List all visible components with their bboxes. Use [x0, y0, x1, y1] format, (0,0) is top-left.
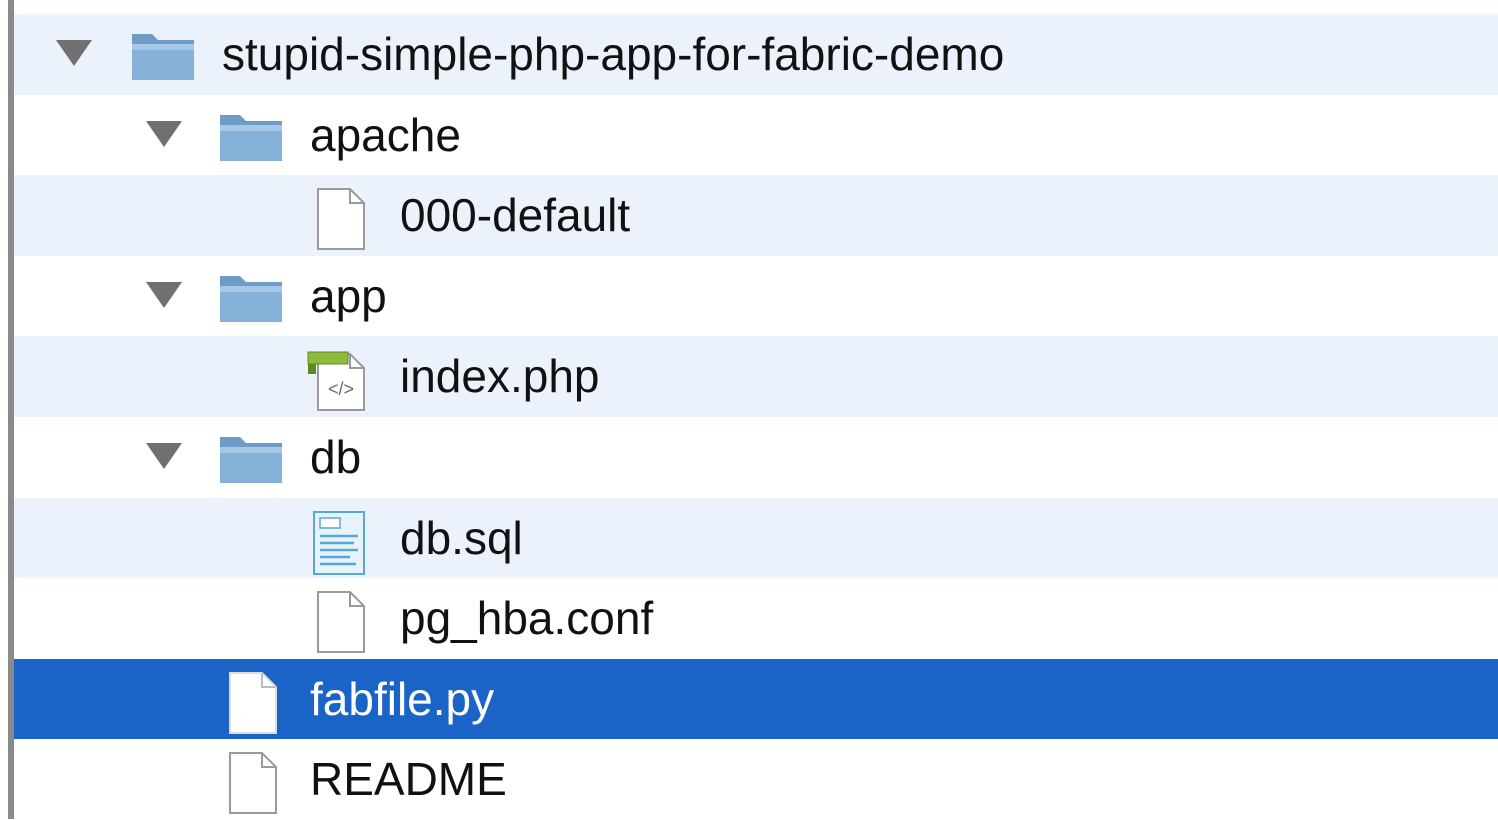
tree-row-label: fabfile.py: [310, 672, 495, 725]
tree-row-file-index-php[interactable]: </> index.php: [14, 336, 1498, 417]
tree-row-label: index.php: [400, 350, 600, 403]
finder-list-view: stupid-simple-php-app-for-fabric-demo ap…: [0, 0, 1498, 819]
folder-icon: [220, 436, 282, 483]
document-icon: [229, 671, 277, 734]
folder-icon: [220, 114, 282, 161]
document-icon: [317, 188, 365, 251]
folder-icon: [220, 275, 282, 322]
disclosure-triangle-expanded-icon[interactable]: [144, 280, 184, 310]
tree-row-folder-db[interactable]: db: [14, 417, 1498, 498]
file-tree: stupid-simple-php-app-for-fabric-demo ap…: [14, 14, 1498, 820]
tree-row-folder-app[interactable]: app: [14, 256, 1498, 337]
tree-row-label: app: [310, 269, 387, 322]
tree-row-label: db.sql: [400, 511, 523, 564]
sql-file-icon: [313, 510, 365, 575]
tree-row-file-000-default[interactable]: 000-default: [14, 175, 1498, 256]
tree-row-label: README: [310, 753, 507, 806]
tree-row-file-pg-hba-conf[interactable]: pg_hba.conf: [14, 578, 1498, 659]
tree-row-label: 000-default: [400, 189, 631, 242]
php-file-icon: </>: [307, 351, 365, 412]
tree-row-folder-apache[interactable]: apache: [14, 95, 1498, 176]
tree-row-label: stupid-simple-php-app-for-fabric-demo: [222, 28, 1005, 80]
tree-row-file-fabfile-py[interactable]: fabfile.py: [14, 658, 1498, 740]
tree-row-label: db: [310, 430, 362, 483]
tree-row-root-folder[interactable]: stupid-simple-php-app-for-fabric-demo: [14, 14, 1498, 95]
tree-row-file-db-sql[interactable]: db.sql: [14, 497, 1498, 579]
document-icon: [229, 752, 277, 815]
disclosure-triangle-expanded-icon[interactable]: [54, 38, 94, 68]
folder-icon: [132, 34, 194, 80]
disclosure-triangle-expanded-icon[interactable]: [144, 119, 184, 149]
tree-row-label: apache: [310, 108, 461, 161]
document-icon: [317, 591, 365, 654]
disclosure-triangle-expanded-icon[interactable]: [144, 441, 184, 471]
tree-row-label: pg_hba.conf: [400, 592, 654, 645]
tree-row-file-readme[interactable]: README: [14, 739, 1498, 820]
svg-text:</>: </>: [328, 379, 354, 399]
